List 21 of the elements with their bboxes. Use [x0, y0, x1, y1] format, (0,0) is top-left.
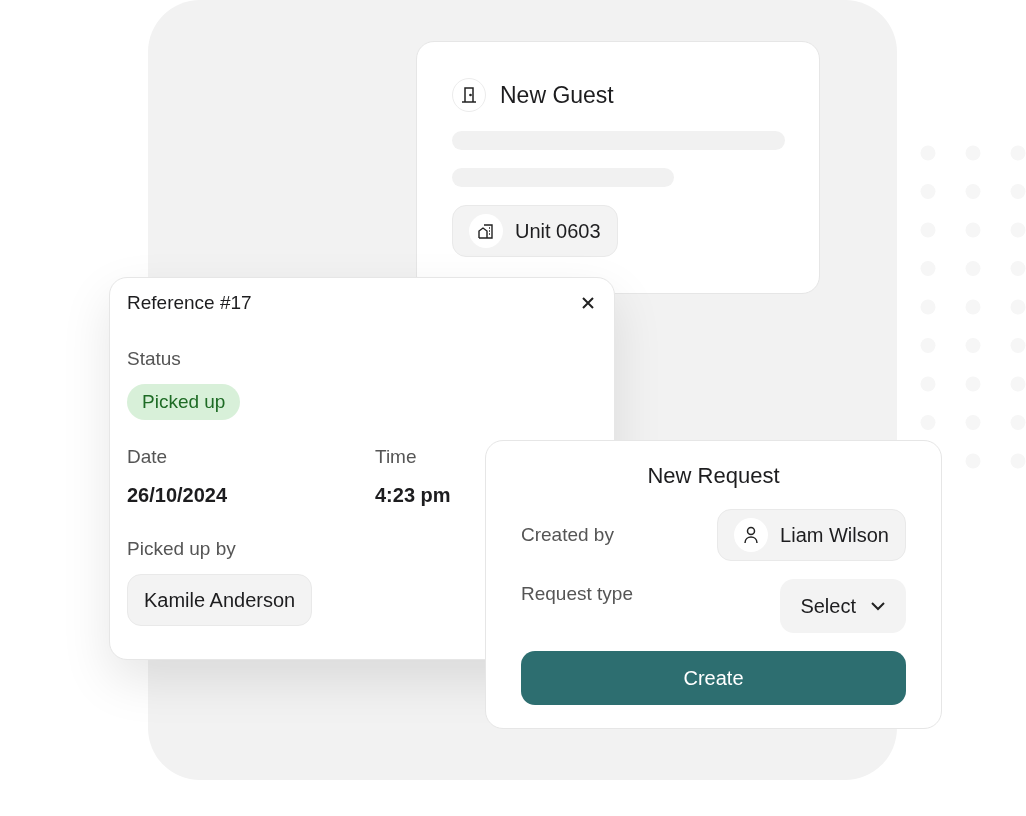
status-badge: Picked up — [127, 384, 241, 420]
time-value: 4:23 pm — [375, 484, 452, 507]
field-label: Picked up by — [127, 538, 237, 560]
person-icon — [734, 518, 769, 552]
field-label: Request type — [521, 583, 633, 605]
card-title: New Request — [646, 463, 781, 489]
field-label: Date — [127, 446, 169, 468]
field-label: Time — [375, 446, 418, 468]
field-label: Created by — [521, 524, 614, 546]
door-icon — [452, 78, 486, 112]
person-name: Liam Wilson — [780, 523, 889, 547]
create-button[interactable]: Create — [521, 651, 906, 705]
field-label: Status — [127, 348, 182, 370]
chevron-down-icon — [870, 601, 886, 611]
date-value: 26/10/2024 — [127, 484, 229, 507]
card-title: New Guest — [500, 81, 614, 109]
person-chip: Kamile Anderson — [127, 574, 313, 626]
unit-label: Unit 0603 — [515, 219, 601, 243]
card-title: Reference #17 — [127, 292, 252, 314]
request-type-dropdown[interactable]: Select — [780, 579, 906, 633]
building-icon — [469, 214, 503, 248]
